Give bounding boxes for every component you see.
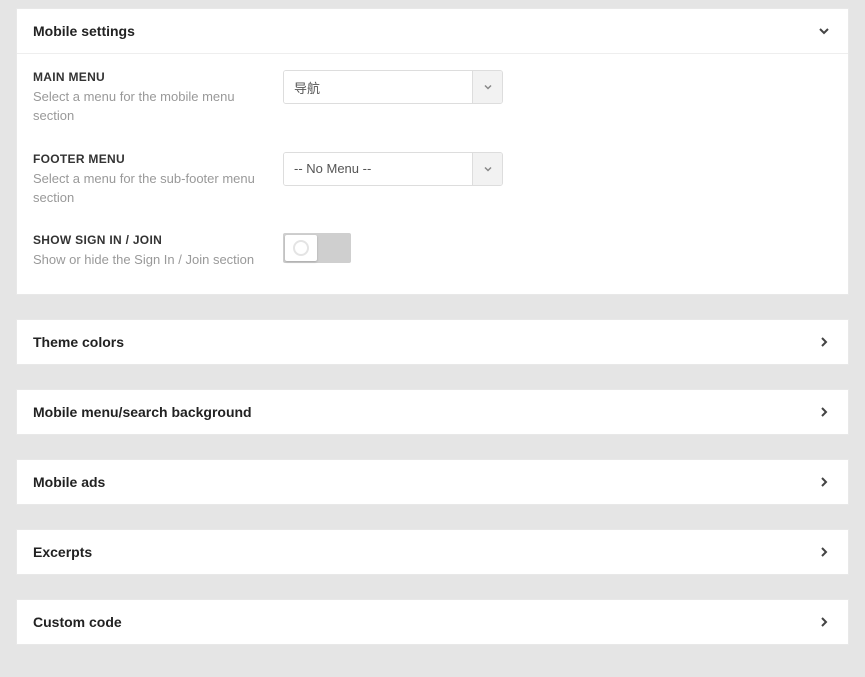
chevron-right-icon bbox=[816, 474, 832, 490]
chevron-down-icon bbox=[472, 153, 502, 185]
panel-title: Excerpts bbox=[33, 544, 92, 560]
toggle-knob bbox=[285, 235, 317, 261]
setting-help-text: Select a menu for the mobile menu sectio… bbox=[33, 88, 263, 126]
chevron-right-icon bbox=[816, 334, 832, 350]
panel-mobile-ads: Mobile ads bbox=[16, 459, 849, 505]
panel-theme-colors: Theme colors bbox=[16, 319, 849, 365]
chevron-down-icon bbox=[816, 23, 832, 39]
panel-body-mobile-settings: MAIN MENU Select a menu for the mobile m… bbox=[17, 54, 848, 294]
panel-excerpts: Excerpts bbox=[16, 529, 849, 575]
panel-header-custom-code[interactable]: Custom code bbox=[17, 600, 848, 644]
panel-custom-code: Custom code bbox=[16, 599, 849, 645]
setting-control: -- No Menu -- bbox=[283, 152, 832, 186]
toggle-dot-icon bbox=[293, 240, 309, 256]
panel-header-mobile-menu-bg[interactable]: Mobile menu/search background bbox=[17, 390, 848, 434]
setting-label: FOOTER MENU bbox=[33, 152, 263, 166]
panel-header-theme-colors[interactable]: Theme colors bbox=[17, 320, 848, 364]
settings-page: Mobile settings MAIN MENU Select a menu … bbox=[0, 0, 865, 677]
setting-control bbox=[283, 233, 832, 268]
setting-meta: SHOW SIGN IN / JOIN Show or hide the Sig… bbox=[33, 233, 283, 270]
panel-mobile-menu-bg: Mobile menu/search background bbox=[16, 389, 849, 435]
setting-help-text: Show or hide the Sign In / Join section bbox=[33, 251, 263, 270]
main-menu-select[interactable]: 导航 bbox=[283, 70, 503, 104]
panel-title: Mobile ads bbox=[33, 474, 105, 490]
setting-label: SHOW SIGN IN / JOIN bbox=[33, 233, 263, 247]
panel-header-excerpts[interactable]: Excerpts bbox=[17, 530, 848, 574]
setting-help-text: Select a menu for the sub-footer menu se… bbox=[33, 170, 263, 208]
panel-mobile-settings: Mobile settings MAIN MENU Select a menu … bbox=[16, 8, 849, 295]
setting-meta: FOOTER MENU Select a menu for the sub-fo… bbox=[33, 152, 283, 208]
chevron-right-icon bbox=[816, 404, 832, 420]
select-value: -- No Menu -- bbox=[284, 153, 472, 185]
panel-title: Mobile settings bbox=[33, 23, 135, 39]
setting-label: MAIN MENU bbox=[33, 70, 263, 84]
select-value: 导航 bbox=[284, 71, 472, 103]
panel-title: Mobile menu/search background bbox=[33, 404, 252, 420]
panel-header-mobile-settings[interactable]: Mobile settings bbox=[17, 9, 848, 53]
chevron-right-icon bbox=[816, 544, 832, 560]
show-signin-toggle[interactable] bbox=[283, 233, 351, 263]
chevron-right-icon bbox=[816, 614, 832, 630]
setting-row-footer-menu: FOOTER MENU Select a menu for the sub-fo… bbox=[33, 152, 832, 208]
setting-control: 导航 bbox=[283, 70, 832, 104]
chevron-down-icon bbox=[472, 71, 502, 103]
panel-title: Custom code bbox=[33, 614, 122, 630]
setting-row-show-signin: SHOW SIGN IN / JOIN Show or hide the Sig… bbox=[33, 233, 832, 270]
panel-title: Theme colors bbox=[33, 334, 124, 350]
setting-meta: MAIN MENU Select a menu for the mobile m… bbox=[33, 70, 283, 126]
panel-header-mobile-ads[interactable]: Mobile ads bbox=[17, 460, 848, 504]
setting-row-main-menu: MAIN MENU Select a menu for the mobile m… bbox=[33, 70, 832, 126]
footer-menu-select[interactable]: -- No Menu -- bbox=[283, 152, 503, 186]
